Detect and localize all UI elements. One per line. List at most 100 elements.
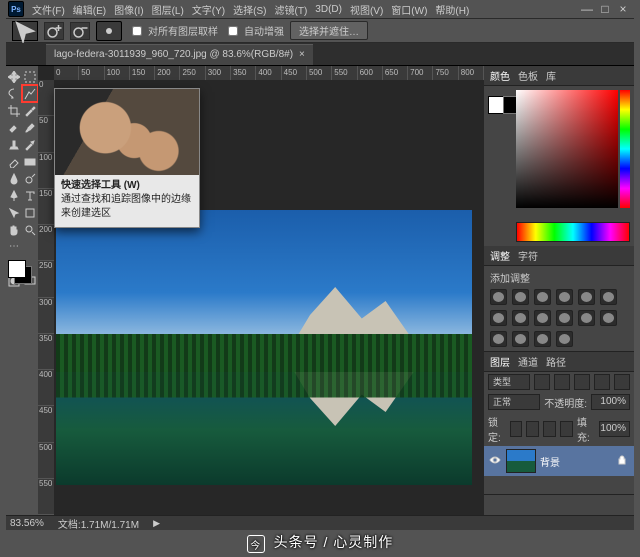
- fill-value[interactable]: 100%: [599, 421, 630, 437]
- adj-posterize-icon[interactable]: [490, 331, 507, 347]
- edit-toolbar-button[interactable]: ⋯: [6, 238, 22, 255]
- adj-curves-icon[interactable]: [534, 289, 551, 305]
- adj-hsl-icon[interactable]: [600, 289, 617, 305]
- menu-image[interactable]: 图像(I): [110, 2, 147, 17]
- tab-adjustments[interactable]: 调整: [490, 248, 510, 263]
- menu-window[interactable]: 窗口(W): [387, 2, 431, 17]
- subtract-from-selection-button[interactable]: [70, 22, 90, 40]
- window-max-button[interactable]: □: [596, 2, 614, 16]
- select-and-mask-button[interactable]: 选择并遮住…: [290, 21, 368, 40]
- brush-tool[interactable]: [22, 119, 38, 136]
- lock-image-icon[interactable]: [526, 421, 539, 437]
- adj-selectivecolor-icon[interactable]: [556, 331, 573, 347]
- sample-all-layers-option[interactable]: 对所有图层取样: [128, 23, 218, 39]
- adj-vibrance-icon[interactable]: [578, 289, 595, 305]
- lock-pos-icon[interactable]: [543, 421, 556, 437]
- new-fill-layer-icon[interactable]: [539, 498, 553, 512]
- eraser-tool[interactable]: [6, 153, 22, 170]
- quick-selection-tool[interactable]: [22, 85, 38, 102]
- new-group-icon[interactable]: [556, 498, 570, 512]
- adj-gradmap-icon[interactable]: [534, 331, 551, 347]
- marquee-tool[interactable]: [22, 68, 38, 85]
- menu-filter[interactable]: 滤镜(T): [271, 2, 312, 17]
- adj-bw-icon[interactable]: [512, 310, 529, 326]
- add-to-selection-button[interactable]: [44, 22, 64, 40]
- visibility-eye-icon[interactable]: [488, 454, 502, 469]
- link-layers-icon[interactable]: [488, 498, 502, 512]
- menu-edit[interactable]: 编辑(E): [69, 2, 110, 17]
- healing-brush-tool[interactable]: [6, 119, 22, 136]
- sample-all-checkbox[interactable]: [132, 26, 142, 36]
- layer-lock-icon[interactable]: [616, 454, 630, 469]
- tool-preset-picker[interactable]: [12, 21, 38, 41]
- filter-smart-icon[interactable]: [614, 374, 630, 390]
- path-selection-tool[interactable]: [6, 204, 22, 221]
- window-min-button[interactable]: —: [578, 2, 596, 16]
- adj-photofilter-icon[interactable]: [534, 310, 551, 326]
- shape-tool[interactable]: [22, 204, 38, 221]
- menu-3d[interactable]: 3D(D): [311, 4, 346, 15]
- tab-paths[interactable]: 路径: [546, 354, 566, 369]
- type-tool[interactable]: [22, 187, 38, 204]
- menu-layer[interactable]: 图层(L): [148, 2, 188, 17]
- tab-libraries[interactable]: 库: [546, 68, 556, 83]
- adj-threshold-icon[interactable]: [512, 331, 529, 347]
- eyedropper-tool[interactable]: [22, 102, 38, 119]
- foreground-background-colors[interactable]: [6, 258, 34, 286]
- dodge-tool[interactable]: [22, 170, 38, 187]
- move-tool[interactable]: [6, 68, 22, 85]
- auto-enhance-option[interactable]: 自动增强: [224, 23, 284, 39]
- spectrum-bar[interactable]: [516, 222, 630, 242]
- hue-slider[interactable]: [620, 90, 630, 208]
- menu-file[interactable]: 文件(F): [28, 2, 69, 17]
- menu-select[interactable]: 选择(S): [229, 2, 270, 17]
- layer-fx-icon[interactable]: [505, 498, 519, 512]
- tab-swatches[interactable]: 色板: [518, 68, 538, 83]
- foreground-color-swatch[interactable]: [8, 260, 26, 278]
- adj-brightness-icon[interactable]: [490, 289, 507, 305]
- delete-layer-icon[interactable]: [590, 498, 604, 512]
- adj-invert-icon[interactable]: [600, 310, 617, 326]
- lasso-tool[interactable]: [6, 85, 22, 102]
- history-brush-tool[interactable]: [22, 136, 38, 153]
- layer-filter-kind[interactable]: 类型: [488, 374, 530, 390]
- zoom-readout[interactable]: 83.56%: [10, 518, 44, 529]
- brush-size-picker[interactable]: [96, 21, 122, 41]
- menu-view[interactable]: 视图(V): [346, 2, 387, 17]
- layer-mask-icon[interactable]: [522, 498, 536, 512]
- viewport[interactable]: 快速选择工具 (W) 通过查找和追踪图像中的边缘来创建选区: [54, 80, 484, 515]
- document-tab[interactable]: lago-federa-3011939_960_720.jpg @ 83.6%(…: [46, 44, 313, 65]
- document-image[interactable]: [56, 210, 472, 485]
- adj-channelmixer-icon[interactable]: [556, 310, 573, 326]
- filter-type-icon[interactable]: [574, 374, 590, 390]
- gradient-tool[interactable]: [22, 153, 38, 170]
- new-layer-icon[interactable]: [573, 498, 587, 512]
- layer-row-background[interactable]: 背景: [484, 446, 634, 476]
- tab-character[interactable]: 字符: [518, 248, 538, 263]
- blend-mode-select[interactable]: 正常: [488, 394, 540, 410]
- menu-help[interactable]: 帮助(H): [431, 2, 473, 17]
- tab-channels[interactable]: 通道: [518, 354, 538, 369]
- clone-stamp-tool[interactable]: [6, 136, 22, 153]
- hand-tool[interactable]: [6, 221, 22, 238]
- lock-trans-icon[interactable]: [510, 421, 523, 437]
- blur-tool[interactable]: [6, 170, 22, 187]
- adj-colorlookup-icon[interactable]: [578, 310, 595, 326]
- close-tab-button[interactable]: ×: [299, 49, 305, 60]
- adj-exposure-icon[interactable]: [556, 289, 573, 305]
- tab-layers[interactable]: 图层: [490, 354, 510, 369]
- zoom-tool[interactable]: [22, 221, 38, 238]
- adj-colorbalance-icon[interactable]: [490, 310, 507, 326]
- opacity-value[interactable]: 100%: [591, 394, 630, 410]
- tab-color[interactable]: 颜色: [490, 68, 510, 83]
- color-field[interactable]: [516, 90, 618, 208]
- adj-levels-icon[interactable]: [512, 289, 529, 305]
- lock-all-icon[interactable]: [560, 421, 573, 437]
- doc-info-readout[interactable]: 文档:1.71M/1.71M: [58, 516, 139, 531]
- pen-tool[interactable]: [6, 187, 22, 204]
- filter-adjust-icon[interactable]: [554, 374, 570, 390]
- filter-pixel-icon[interactable]: [534, 374, 550, 390]
- crop-tool[interactable]: [6, 102, 22, 119]
- auto-enhance-checkbox[interactable]: [228, 26, 238, 36]
- menu-type[interactable]: 文字(Y): [188, 2, 229, 17]
